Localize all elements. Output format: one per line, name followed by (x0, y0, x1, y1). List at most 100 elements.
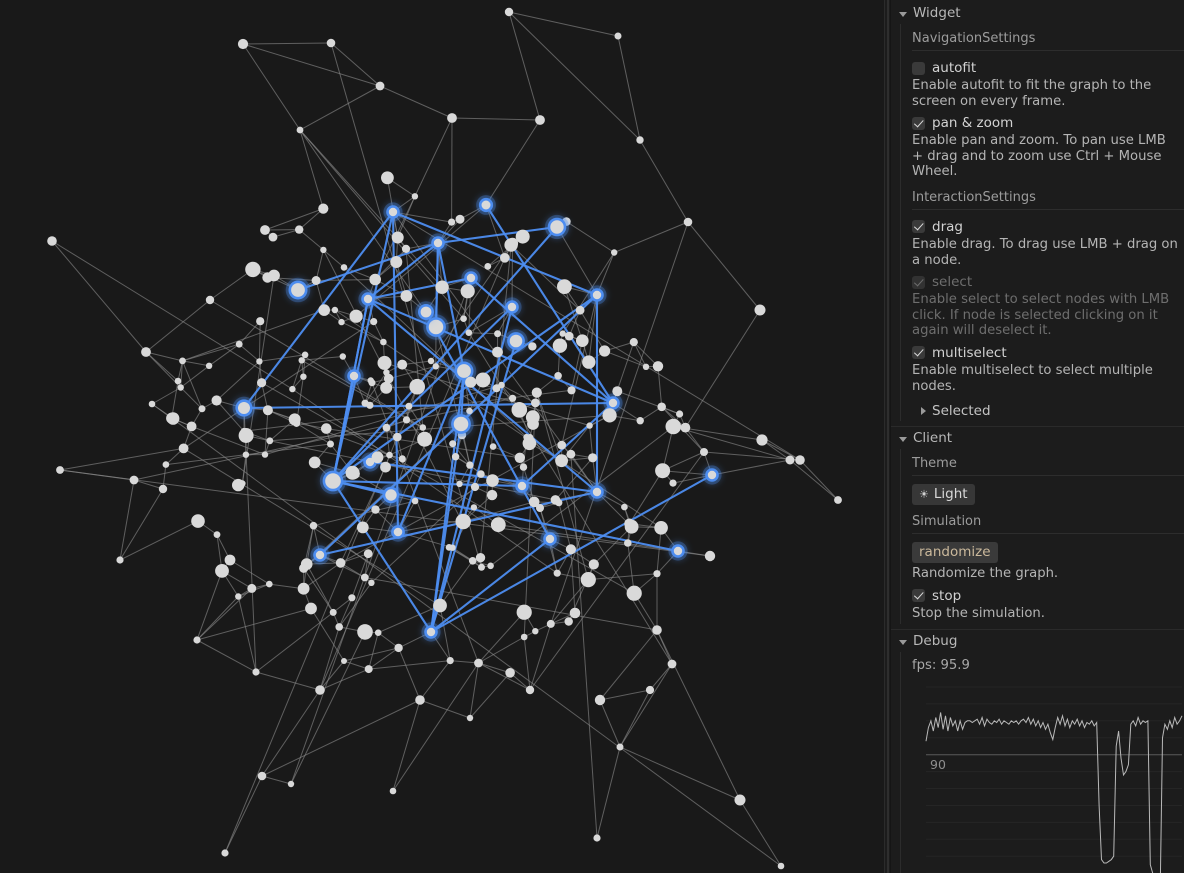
node-core[interactable] (532, 628, 539, 635)
node-core[interactable] (475, 372, 491, 388)
graph-node[interactable] (525, 685, 535, 695)
node-core[interactable] (268, 232, 278, 242)
graph-node[interactable] (460, 284, 475, 299)
graph-node[interactable] (478, 563, 485, 571)
graph-node[interactable] (186, 421, 197, 432)
graph-node[interactable] (785, 455, 795, 465)
graph-node[interactable] (357, 624, 373, 640)
graph-node[interactable] (400, 290, 413, 302)
node-core[interactable] (446, 657, 454, 665)
graph-node[interactable] (432, 363, 439, 370)
graph-node[interactable] (460, 315, 467, 323)
graph-node[interactable] (369, 273, 382, 286)
node-core[interactable] (368, 379, 376, 387)
node-core[interactable] (238, 402, 250, 414)
node-core[interactable] (388, 207, 398, 217)
graph-node[interactable] (129, 475, 139, 485)
graph-node[interactable] (411, 497, 419, 505)
node-core[interactable] (205, 362, 213, 369)
node-core[interactable] (405, 402, 413, 410)
graph-node[interactable] (348, 594, 356, 602)
node-core[interactable] (474, 658, 483, 668)
node-core[interactable] (315, 685, 325, 695)
node-core[interactable] (247, 583, 257, 593)
graph-node[interactable] (455, 214, 465, 224)
node-core[interactable] (531, 398, 540, 408)
graph-node[interactable] (415, 695, 425, 705)
node-core[interactable] (380, 461, 391, 473)
node-core[interactable] (490, 517, 506, 533)
graph-node[interactable] (734, 794, 746, 806)
graph-node[interactable] (555, 454, 568, 468)
node-core[interactable] (268, 269, 280, 282)
graph-node[interactable] (335, 558, 346, 568)
node-core[interactable] (465, 329, 473, 337)
graph-node[interactable] (402, 416, 411, 424)
node-core[interactable] (380, 338, 387, 346)
graph-node[interactable] (475, 372, 491, 388)
graph-node[interactable] (377, 355, 392, 370)
node-core[interactable] (427, 357, 435, 365)
graph-node-selected[interactable] (383, 202, 403, 222)
graph-node[interactable] (397, 359, 408, 370)
graph-node[interactable] (477, 470, 485, 478)
node-core[interactable] (505, 668, 515, 678)
node-core[interactable] (232, 478, 245, 492)
graph-node-selected[interactable] (702, 465, 722, 485)
node-core[interactable] (433, 598, 447, 613)
graph-node[interactable] (380, 381, 393, 394)
node-core[interactable] (309, 521, 318, 530)
node-core[interactable] (298, 357, 305, 364)
node-core[interactable] (349, 371, 359, 381)
node-core[interactable] (460, 284, 475, 299)
graph-node[interactable] (191, 514, 205, 528)
node-core[interactable] (465, 376, 477, 388)
node-core[interactable] (318, 203, 329, 214)
graph-node[interactable] (582, 355, 596, 369)
node-core[interactable] (754, 304, 766, 316)
graph-node[interactable] (667, 659, 677, 669)
checkbox-multiselect[interactable] (912, 346, 925, 360)
node-core[interactable] (636, 136, 644, 144)
node-core[interactable] (575, 305, 585, 315)
graph-node[interactable] (193, 636, 201, 644)
graph-node[interactable] (566, 449, 576, 459)
node-core[interactable] (582, 355, 596, 369)
node-core[interactable] (707, 470, 717, 480)
node-core[interactable] (426, 627, 436, 637)
graph-node-selected[interactable] (428, 233, 448, 253)
graph-node[interactable] (315, 685, 325, 695)
node-core[interactable] (245, 261, 261, 278)
graph-node[interactable] (586, 422, 593, 429)
node-core[interactable] (834, 496, 842, 504)
graph-node[interactable] (215, 564, 229, 578)
graph-node[interactable] (266, 437, 274, 445)
node-core[interactable] (624, 539, 632, 547)
node-core[interactable] (369, 273, 382, 286)
graph-node[interactable] (653, 570, 661, 578)
graph-node[interactable] (626, 585, 642, 601)
node-core[interactable] (129, 475, 139, 485)
node-core[interactable] (338, 318, 345, 326)
graph-node[interactable] (371, 505, 380, 514)
graph-node[interactable] (394, 643, 403, 653)
node-core[interactable] (528, 342, 537, 351)
graph-node-selected[interactable] (379, 483, 403, 507)
graph-node[interactable] (318, 203, 329, 214)
graph-node[interactable] (554, 372, 562, 380)
node-core[interactable] (629, 338, 638, 347)
graph-node[interactable] (523, 433, 530, 441)
graph-node[interactable] (498, 381, 505, 389)
graph-node[interactable] (409, 378, 426, 395)
graph-node[interactable] (756, 434, 768, 446)
checkbox-stop[interactable] (912, 589, 925, 603)
node-core[interactable] (545, 534, 555, 544)
graph-node[interactable] (616, 743, 624, 751)
node-core[interactable] (487, 562, 494, 570)
node-core[interactable] (256, 358, 263, 365)
node-core[interactable] (484, 263, 492, 270)
node-core[interactable] (235, 593, 242, 600)
graph-node[interactable] (506, 237, 519, 249)
randomize-button[interactable]: randomize (912, 542, 998, 564)
node-core[interactable] (466, 273, 476, 283)
